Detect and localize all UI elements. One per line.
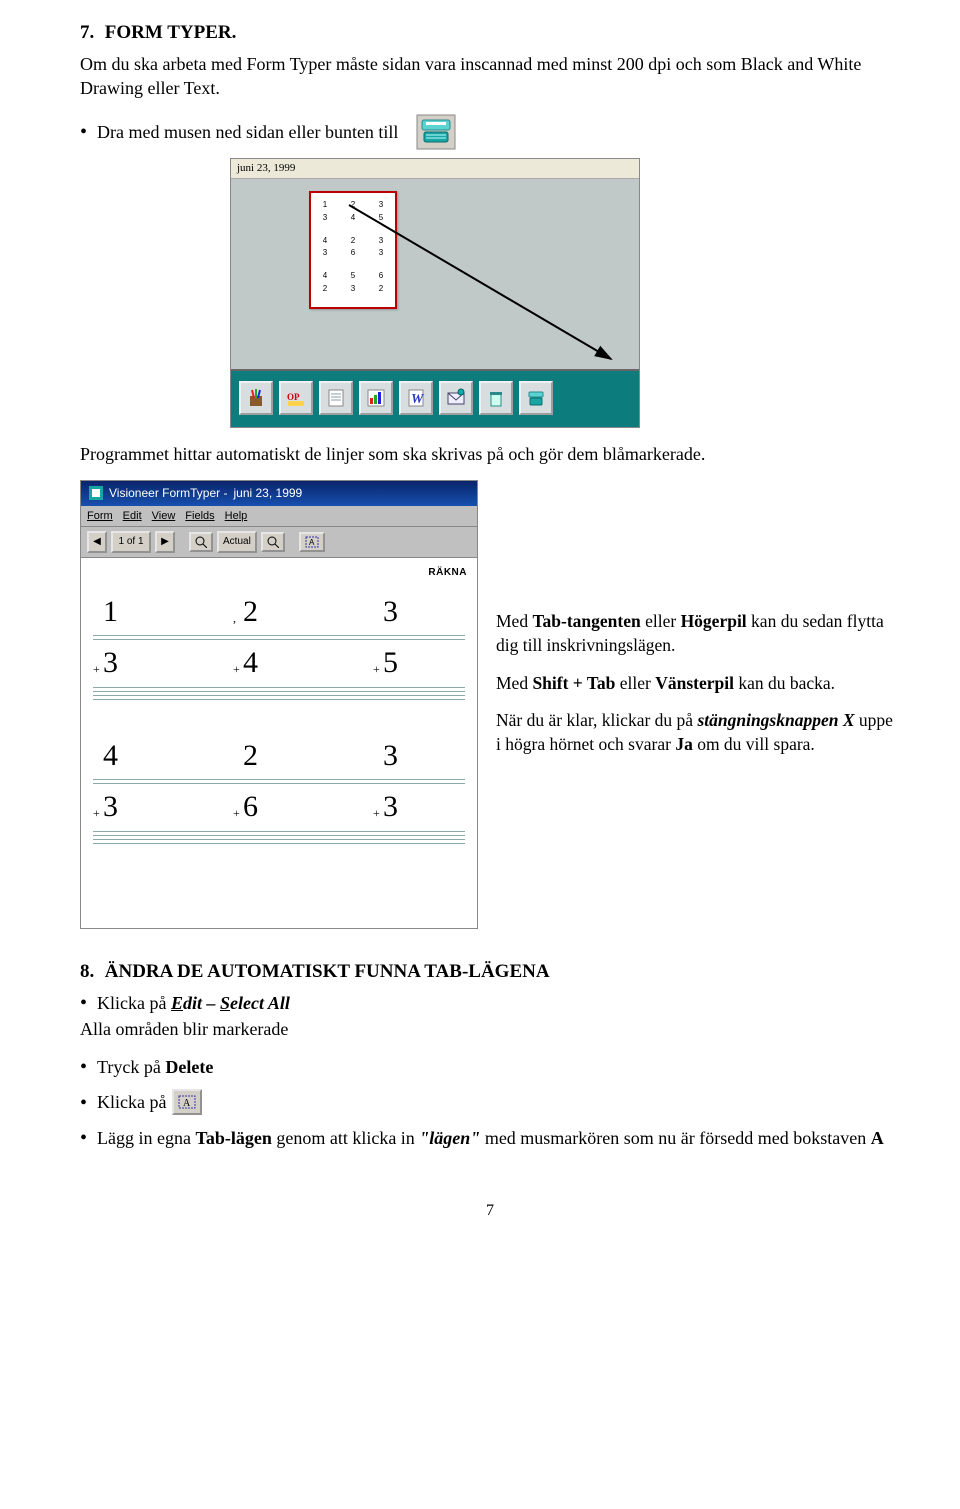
t: med musmarkören som nu är försedd med bo… <box>480 1128 870 1148</box>
t: eller <box>615 673 655 693</box>
svg-text:OP: OP <box>287 392 300 402</box>
mail-icon[interactable] <box>439 381 473 415</box>
t: Med <box>496 673 532 693</box>
letter-a: A <box>871 1128 884 1148</box>
trash-icon[interactable] <box>479 381 513 415</box>
shot1-date-label: juni 23, 1999 <box>231 159 639 179</box>
svg-text:A: A <box>309 538 315 547</box>
section7-intro: Om du ska arbeta med Form Typer måste si… <box>80 52 900 101</box>
bullet-dot-icon: • <box>80 1057 87 1077</box>
screenshot-formtyper-window: Visioneer FormTyper - juni 23, 1999 Form… <box>80 480 478 929</box>
t: Tryck på <box>97 1057 165 1077</box>
prev-page-button[interactable]: ◀ <box>87 531 107 553</box>
t: Klicka på <box>97 993 171 1013</box>
section7-title: FORM TYPER. <box>105 22 237 43</box>
shot2-title-prefix: Visioneer FormTyper - <box>109 485 227 501</box>
page-indicator: 1 of 1 <box>111 531 151 553</box>
zoom-level-label[interactable]: Actual <box>217 531 257 553</box>
typewriter-small-icon[interactable] <box>519 381 553 415</box>
bullet-drag-text: Dra med musen ned sidan eller bunten til… <box>97 120 398 144</box>
lagen-quoted: "lägen" <box>419 1128 480 1148</box>
kbd-delete: Delete <box>165 1057 213 1077</box>
svg-text:A: A <box>183 1098 191 1109</box>
t: om du vill spara. <box>693 734 815 754</box>
tab-lagen: Tab-lägen <box>195 1128 271 1148</box>
kbd-shift-tab: Shift + Tab <box>532 673 615 693</box>
page-number: 7 <box>80 1200 900 1222</box>
t: eller <box>641 611 681 631</box>
bullet-press-delete: • Tryck på Delete <box>80 1055 900 1079</box>
drag-arrow-icon <box>231 179 641 369</box>
section8-b1-after: Alla områden blir markerade <box>80 1017 900 1041</box>
app-icon <box>89 486 103 500</box>
shot2-menubar: Form Edit View Fields Help <box>81 506 477 528</box>
zoom-in-button[interactable] <box>261 532 285 552</box>
op-logo-icon[interactable]: OP <box>279 381 313 415</box>
t: Lägg in egna <box>97 1128 195 1148</box>
menu-form[interactable]: Form <box>87 509 113 524</box>
notepad-icon[interactable] <box>319 381 353 415</box>
form-grid: 12,3 +3+4+5 423 +3+6+3 <box>93 592 465 880</box>
rakna-label: RÄKNA <box>428 566 467 580</box>
bullet-dot-icon: • <box>80 1128 87 1148</box>
chart-icon[interactable] <box>359 381 393 415</box>
kbd-left: Vänsterpil <box>655 673 734 693</box>
next-page-button[interactable]: ▶ <box>155 531 175 553</box>
section8-title: ÄNDRA DE AUTOMATISKT FUNNA TAB-LÄGENA <box>105 961 550 982</box>
shot2-toolbar: ◀ 1 of 1 ▶ Actual A <box>81 527 477 558</box>
shot2-titlebar: Visioneer FormTyper - juni 23, 1999 <box>81 481 477 505</box>
t: När du är klar, klickar du på <box>496 710 697 730</box>
t: Med <box>496 611 532 631</box>
section8-heading: 8. ÄNDRA DE AUTOMATISKT FUNNA TAB-LÄGENA <box>80 959 900 985</box>
section7-number: 7. <box>80 22 94 43</box>
kbd-right: Högerpil <box>681 611 747 631</box>
screenshot-paperport-desktop: juni 23, 1999 123 345 423 363 456 232 <box>230 158 900 428</box>
svg-text:W: W <box>411 392 425 407</box>
zoom-out-button[interactable] <box>189 532 213 552</box>
t: kan du backa. <box>734 673 835 693</box>
bullet-click-addfield: • Klicka på A <box>80 1089 900 1115</box>
typewriter-icon <box>416 114 456 150</box>
bullet-edit-select-all: • Klicka på Edit – Select All <box>80 991 900 1015</box>
bullet-add-own-tabs: • Lägg in egna Tab-lägen genom att klick… <box>80 1126 900 1150</box>
word-icon[interactable]: W <box>399 381 433 415</box>
bullet-dot-icon: • <box>80 122 87 142</box>
section8-number: 8. <box>80 961 94 982</box>
bullet-dot-icon: • <box>80 993 87 1013</box>
shot1-link-bar: OP W <box>231 369 639 427</box>
section7-heading: 7. FORM TYPER. <box>80 20 900 46</box>
section7-after-shot1: Programmet hittar automatiskt de linjer … <box>80 442 900 466</box>
shot2-title-doc: juni 23, 1999 <box>233 485 302 501</box>
menu-view[interactable]: View <box>152 509 176 524</box>
kbd-tab: Tab-tangenten <box>532 611 640 631</box>
add-field-button[interactable]: A <box>299 532 325 552</box>
pencil-cup-icon[interactable] <box>239 381 273 415</box>
close-x: stängningsknappen X <box>697 710 854 730</box>
bullet-drag-to-typewriter: • Dra med musen ned sidan eller bunten t… <box>80 114 900 150</box>
menu-help[interactable]: Help <box>225 509 248 524</box>
bullet-dot-icon: • <box>80 1093 87 1113</box>
t: genom att klicka in <box>272 1128 419 1148</box>
menu-edit[interactable]: Edit <box>123 509 142 524</box>
t: Klicka på <box>97 1090 166 1114</box>
menu-fields[interactable]: Fields <box>185 509 214 524</box>
add-field-icon: A <box>172 1089 202 1115</box>
section7-tips: Med Tab-tangenten eller Högerpil kan du … <box>478 480 900 929</box>
answer-yes: Ja <box>675 734 693 754</box>
